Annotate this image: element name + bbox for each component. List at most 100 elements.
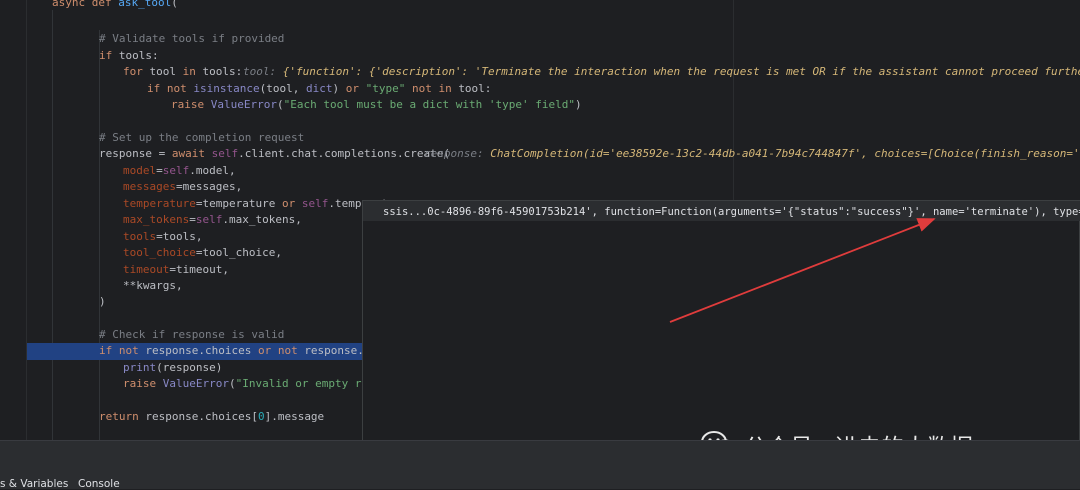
code-token: = (189, 213, 196, 226)
code-text: messages=messages, (123, 179, 242, 196)
code-text: raise ValueError("Invalid or empty respo… (123, 376, 395, 393)
code-token: ) (332, 82, 346, 95)
code-token: # Set up the completion request (99, 131, 305, 144)
code-line[interactable]: model=self.model, (0, 163, 1080, 180)
code-token: tool_choice (123, 246, 196, 259)
code-token: ValueError (162, 377, 229, 390)
code-text: if not response.choices or not response.… (99, 343, 397, 360)
code-token: raise (123, 377, 163, 390)
code-text: **kwargs, (123, 278, 183, 295)
code-token: "type" (365, 82, 406, 95)
code-token: or not (257, 344, 305, 357)
code-line[interactable]: raise ValueError("Each tool must be a di… (0, 97, 1080, 114)
code-text: # Validate tools if provided (99, 31, 284, 48)
code-token: response.choices (145, 344, 258, 357)
code-token: in (182, 65, 203, 78)
code-token: async def (52, 0, 119, 9)
code-token: print (123, 361, 157, 374)
code-token: .max_tokens, (222, 213, 302, 226)
code-token: max_tokens (123, 213, 190, 226)
code-token: not in (405, 82, 459, 95)
code-token: response.choices[ (145, 410, 258, 423)
code-token: isinstance (193, 82, 260, 95)
code-token: if not (147, 82, 194, 95)
code-token: model (123, 164, 157, 177)
code-token: # Validate tools if provided (99, 32, 285, 45)
code-token: # Check if response is valid (99, 328, 285, 341)
code-token: tools: (118, 49, 159, 62)
code-token: =timeout, (169, 263, 229, 276)
code-token: ask_tool (118, 0, 172, 9)
code-token: self (195, 213, 223, 226)
code-line[interactable]: response = await self.client.chat.comple… (0, 146, 1080, 163)
code-line[interactable]: async def ask_tool( (0, 0, 1080, 12)
code-token: =tools, (156, 230, 203, 243)
popup-value-text: ssis...0c-4896-89f6-45901753b214', funct… (383, 206, 1080, 218)
code-token: ValueError (210, 98, 277, 111)
code-token: =messages, (175, 180, 243, 193)
code-token: self (301, 197, 329, 210)
code-token: messages (123, 180, 176, 193)
code-token: tools: (202, 65, 243, 78)
code-text: max_tokens=self.max_tokens, (123, 212, 302, 229)
code-token: dict (305, 82, 333, 95)
code-text: tool_choice=tool_choice, (123, 245, 282, 262)
code-token: response = (99, 147, 172, 160)
code-token: tools (123, 230, 157, 243)
code-line[interactable]: messages=messages, (0, 179, 1080, 196)
code-token: temperature (123, 197, 196, 210)
code-token: if (99, 49, 119, 62)
code-text: if not isinstance(tool, dict) or "type" … (147, 81, 491, 98)
bottom-tool-window-bar: s & Variables Console (0, 440, 1080, 490)
code-text: return response.choices[0].message (99, 409, 324, 426)
inline-debug-value: tool: {'function': {'description': 'Term… (243, 64, 1080, 81)
debug-value-popup[interactable]: ssis...0c-4896-89f6-45901753b214', funct… (362, 200, 1080, 462)
code-token: tool: (458, 82, 492, 95)
code-token: ) (575, 98, 582, 111)
code-line[interactable]: for tool in tools: tool: {'function': {'d… (0, 64, 1080, 81)
code-line[interactable]: # Validate tools if provided (0, 31, 1080, 48)
tab-console[interactable]: Console (78, 478, 120, 490)
code-token: (response) (156, 361, 223, 374)
code-text: for tool in tools: (123, 64, 242, 81)
code-token: self (162, 164, 190, 177)
inline-debug-text: {'function': {'description': 'Terminate … (282, 65, 1080, 78)
code-token: **kwargs, (123, 279, 183, 292)
inline-debug-text: ChatCompletion(id='ee38592e-13c2-44db-a0… (490, 147, 1080, 160)
inline-debug-label: tool: (243, 65, 283, 78)
code-token: raise (171, 98, 211, 111)
code-token: .client.chat.completions.create( (238, 147, 451, 160)
code-token: ) (99, 295, 106, 308)
code-text: ) (99, 294, 106, 311)
code-text: async def ask_tool( (52, 0, 178, 12)
code-text: raise ValueError("Each tool must be a di… (171, 97, 582, 114)
code-text: tools=tools, (123, 229, 202, 246)
code-line[interactable]: if not isinstance(tool, dict) or "type" … (0, 81, 1080, 98)
code-text: model=self.model, (123, 163, 236, 180)
inline-debug-value: response: ChatCompletion(id='ee38592e-13… (424, 146, 1080, 163)
code-token: =tool_choice, (195, 246, 282, 259)
code-token: timeout (123, 263, 170, 276)
code-token: if not (99, 344, 146, 357)
code-token: or (281, 197, 302, 210)
code-token: ( (171, 0, 178, 9)
code-text: print(response) (123, 360, 222, 377)
code-token: 0 (257, 410, 265, 423)
code-token: "Each tool must be a dict with 'type' fi… (283, 98, 576, 111)
code-text: if tools: (99, 48, 159, 65)
code-token: for (123, 65, 150, 78)
code-line[interactable]: if tools: (0, 48, 1080, 65)
code-token: (tool, (259, 82, 306, 95)
code-token: =temperature (195, 197, 282, 210)
code-line[interactable]: if not response.choices or not response.… (27, 343, 397, 360)
code-text: # Check if response is valid (99, 327, 284, 344)
code-token: .model, (189, 164, 236, 177)
tab-threads-variables[interactable]: s & Variables (0, 478, 68, 490)
inline-debug-label: response: (424, 147, 491, 160)
code-token: self (211, 147, 239, 160)
code-token: tool (149, 65, 183, 78)
code-text: response = await self.client.chat.comple… (99, 146, 450, 163)
code-text: timeout=timeout, (123, 262, 229, 279)
code-line[interactable]: # Set up the completion request (0, 130, 1080, 147)
code-token: ( (228, 377, 236, 390)
